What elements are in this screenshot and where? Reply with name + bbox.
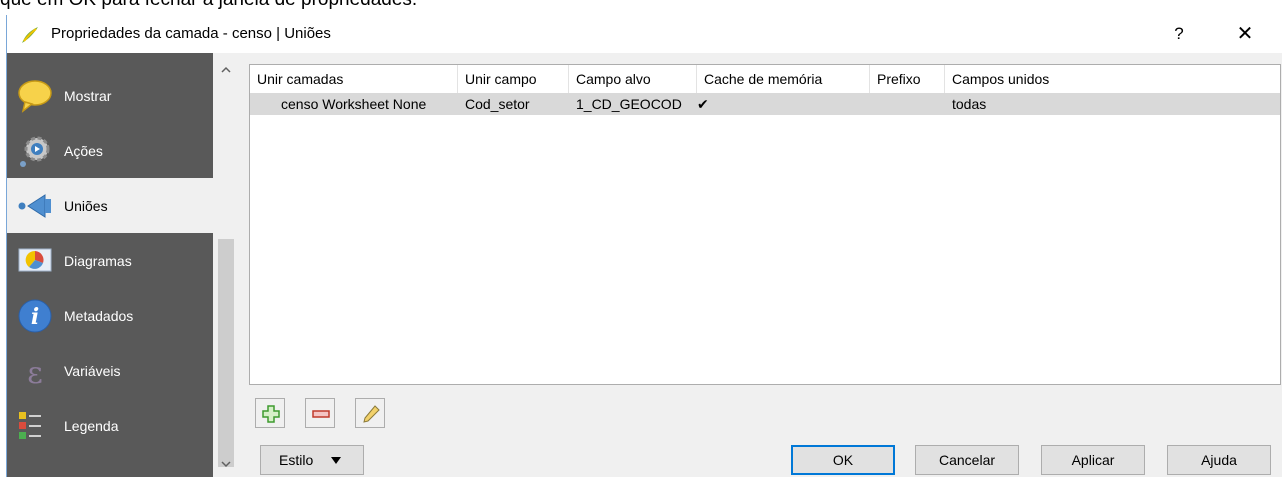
sidebar-item-mostrar[interactable]: Mostrar: [7, 68, 213, 123]
cell-prefix: [870, 93, 945, 115]
edit-pencil-icon: [363, 405, 380, 423]
title-bar: Propriedades da camada - censo | Uniões …: [7, 15, 1282, 53]
sidebar-scrollbar[interactable]: [214, 53, 238, 477]
column-header-memory-cache[interactable]: Cache de memória: [697, 65, 870, 93]
sidebar-item-label: Ações: [64, 143, 103, 159]
document-background-text: que em OK para fechar a janela de propri…: [0, 0, 417, 10]
add-join-icon: [262, 405, 280, 423]
scrollbar-thumb[interactable]: [218, 239, 234, 467]
svg-text:ε: ε: [27, 356, 43, 389]
sidebar-item-diagramas[interactable]: Diagramas: [7, 233, 213, 288]
cell-memory-cache: ✔: [697, 96, 709, 112]
ok-button[interactable]: OK: [791, 445, 895, 475]
cell-join-field: Cod_setor: [465, 96, 530, 112]
close-button[interactable]: ✕: [1223, 19, 1267, 49]
apply-button[interactable]: Aplicar: [1041, 445, 1145, 475]
sidebar-item-label: Variáveis: [64, 363, 121, 379]
sidebar-item-variaveis[interactable]: ε Variáveis: [7, 343, 213, 398]
sidebar-item-unioes[interactable]: Uniões: [7, 178, 213, 233]
info-icon: i: [18, 299, 52, 333]
window-title: Propriedades da camada - censo | Uniões: [51, 25, 331, 42]
table-header: Unir camadas Unir campo Campo alvo Cache…: [250, 65, 1280, 93]
speech-bubble-icon: [18, 80, 52, 113]
svg-text:i: i: [31, 304, 39, 330]
table-row[interactable]: censo Worksheet None Cod_setor 1_CD_GEOC…: [250, 93, 1280, 115]
column-header-target-field[interactable]: Campo alvo: [569, 65, 697, 93]
add-join-button[interactable]: [255, 398, 285, 428]
cell-joined-fields: todas: [952, 96, 987, 112]
sidebar-item-label: Diagramas: [64, 253, 132, 269]
layer-properties-dialog: Propriedades da camada - censo | Uniões …: [6, 15, 1282, 477]
cell-join-layer: censo Worksheet None: [281, 96, 427, 112]
sidebar-item-metadados[interactable]: i Metadados: [7, 288, 213, 343]
column-header-joined-fields[interactable]: Campos unidos: [945, 65, 1280, 93]
edit-join-button[interactable]: [355, 398, 385, 428]
sidebar-item-label: Legenda: [64, 418, 119, 434]
sidebar-item-label: Metadados: [64, 308, 134, 324]
column-header-prefix[interactable]: Prefixo: [870, 65, 945, 93]
column-header-join-field[interactable]: Unir campo: [458, 65, 569, 93]
scroll-up-icon[interactable]: [221, 65, 231, 75]
qgis-icon: [22, 27, 38, 43]
sidebar-item-label: Mostrar: [64, 88, 112, 104]
column-header-join-layer[interactable]: Unir camadas: [250, 65, 458, 93]
diagram-icon: [18, 248, 52, 272]
joins-table: Unir camadas Unir campo Campo alvo Cache…: [249, 64, 1281, 385]
join-arrow-icon: [18, 194, 51, 218]
remove-join-icon: [312, 410, 330, 418]
gear-icon: [20, 136, 50, 167]
epsilon-icon: ε: [27, 356, 43, 389]
cancel-button[interactable]: Cancelar: [915, 445, 1019, 475]
cell-target-field: 1_CD_GEOCOD: [576, 96, 682, 112]
sidebar: Mostrar Ações Uniões Diagramas i Metadad…: [7, 53, 213, 477]
chevron-down-icon: [331, 457, 341, 464]
remove-join-button[interactable]: [305, 398, 335, 428]
sidebar-item-legenda[interactable]: Legenda: [7, 398, 213, 453]
scroll-down-icon[interactable]: [221, 459, 231, 469]
help-dialog-button[interactable]: Ajuda: [1167, 445, 1271, 475]
sidebar-item-acoes[interactable]: Ações: [7, 123, 213, 178]
style-dropdown-button[interactable]: Estilo: [260, 445, 364, 475]
help-button[interactable]: ?: [1157, 19, 1201, 49]
legend-icon: [19, 412, 41, 439]
sidebar-item-label: Uniões: [64, 198, 108, 214]
style-button-label: Estilo: [279, 452, 314, 468]
